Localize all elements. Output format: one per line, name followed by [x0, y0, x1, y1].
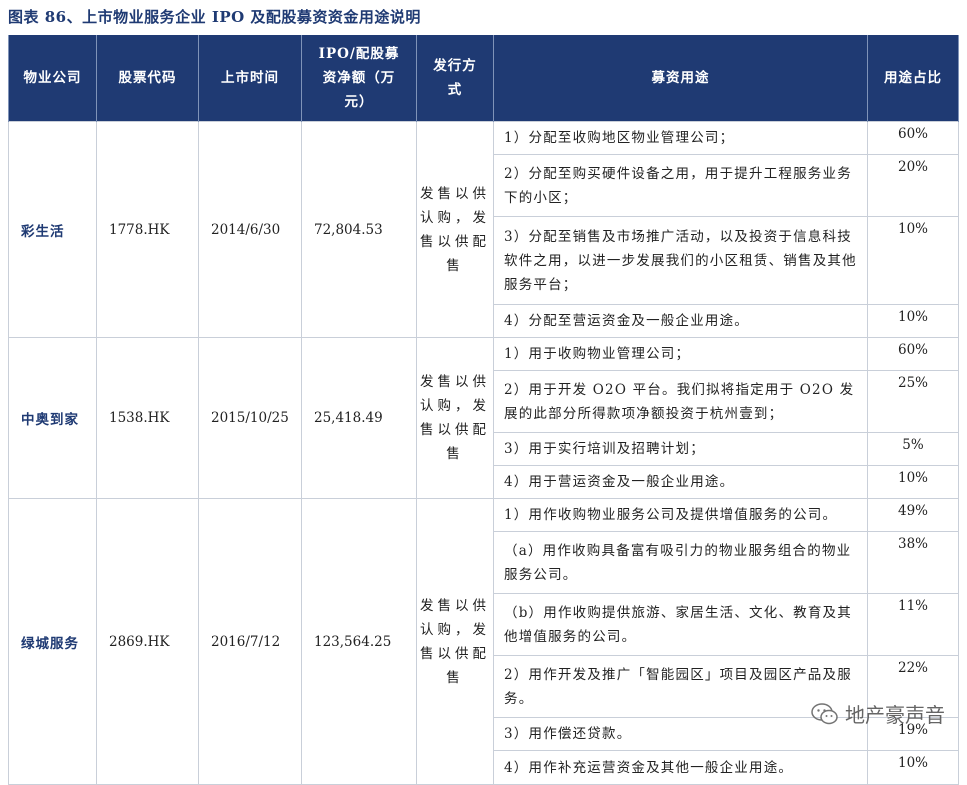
pct-cell: 38% [867, 531, 959, 594]
pct-cell: 60% [867, 337, 959, 371]
company-cell: 绿城服务 [8, 498, 97, 785]
pct-cell: 10% [867, 304, 959, 338]
date-cell: 2016/7/12 [198, 498, 302, 785]
header-row: 物业公司 股票代码 上市时间 IPO/配股募资净额（万元） 发行方式 募资用途 … [8, 35, 959, 122]
pct-cell: 5% [867, 432, 959, 466]
date-cell: 2014/6/30 [198, 121, 302, 338]
use-cell: 4）用作补充运营资金及其他一般企业用途。 [493, 750, 868, 785]
table-row: 绿城服务 2869.HK 2016/7/12 123,564.25 发售以供认购，发售以… [8, 498, 959, 785]
header-pct: 用途占比 [867, 35, 959, 122]
company-cell: 中奥到家 [8, 337, 97, 499]
header-date: 上市时间 [198, 35, 302, 122]
method-cell: 发售以供认购，发售以供配售 [416, 498, 494, 785]
amount-cell: 123,564.25 [301, 498, 417, 785]
table-row: 彩生活 1778.HK 2014/6/30 72,804.53 发售以供认购，发售以供配… [8, 121, 959, 338]
pct-cell: 10% [867, 750, 959, 785]
table-row: 中奥到家 1538.HK 2015/10/25 25,418.49 发售以供认购，发售以… [8, 337, 959, 499]
amount-cell: 72,804.53 [301, 121, 417, 338]
table-caption: 图表 86、上市物业服务企业 IPO 及配股募资资金用途说明 [8, 8, 421, 26]
amount-cell: 25,418.49 [301, 337, 417, 499]
use-cell: 4）用于营运资金及一般企业用途。 [493, 465, 868, 499]
code-cell: 1538.HK [96, 337, 199, 499]
code-cell: 2869.HK [96, 498, 199, 785]
use-cell: 3）分配至销售及市场推广活动，以及投资于信息科技软件之用，以进一步发展我们的小区… [493, 216, 868, 305]
company-cell: 彩生活 [8, 121, 97, 338]
use-cell: 1）用作收购物业服务公司及提供增值服务的公司。 [493, 498, 868, 532]
use-cell: 2）分配至购买硬件设备之用，用于提升工程服务业务下的小区； [493, 154, 868, 217]
use-cell: 1）用于收购物业管理公司； [493, 337, 868, 371]
use-cell: （b）用作收购提供旅游、家居生活、文化、教育及其他增值服务的公司。 [493, 593, 868, 656]
pct-cell: 60% [867, 121, 959, 155]
pct-cell: 49% [867, 498, 959, 532]
pct-cell: 10% [867, 465, 959, 499]
date-cell: 2015/10/25 [198, 337, 302, 499]
watermark-text: 地产豪声音 [845, 703, 945, 727]
header-code: 股票代码 [96, 35, 199, 122]
watermark: 地产豪声音 [811, 699, 945, 728]
header-company: 物业公司 [8, 35, 97, 122]
use-cell: 2）用于开发 O2O 平台。我们拟将指定用于 O2O 发展的此部分所得款项净额投… [493, 370, 868, 433]
use-cell: 1）分配至收购地区物业管理公司； [493, 121, 868, 155]
pct-cell: 20% [867, 154, 959, 217]
wechat-icon [811, 702, 838, 724]
pct-cell: 10% [867, 216, 959, 305]
method-cell: 发售以供认购，发售以供配售 [416, 337, 494, 499]
method-cell: 发售以供认购，发售以供配售 [416, 121, 494, 338]
use-cell: 3）用于实行培训及招聘计划； [493, 432, 868, 466]
header-method: 发行方式 [416, 35, 494, 122]
ipo-use-table: 物业公司 股票代码 上市时间 IPO/配股募资净额（万元） 发行方式 募资用途 … [8, 35, 959, 785]
code-cell: 1778.HK [96, 121, 199, 338]
use-cell: （a）用作收购具备富有吸引力的物业服务组合的物业服务公司。 [493, 531, 868, 594]
pct-cell: 11% [867, 593, 959, 656]
header-amount: IPO/配股募资净额（万元） [301, 35, 417, 122]
header-use: 募资用途 [493, 35, 868, 122]
use-cell: 4）分配至营运资金及一般企业用途。 [493, 304, 868, 338]
pct-cell: 25% [867, 370, 959, 433]
